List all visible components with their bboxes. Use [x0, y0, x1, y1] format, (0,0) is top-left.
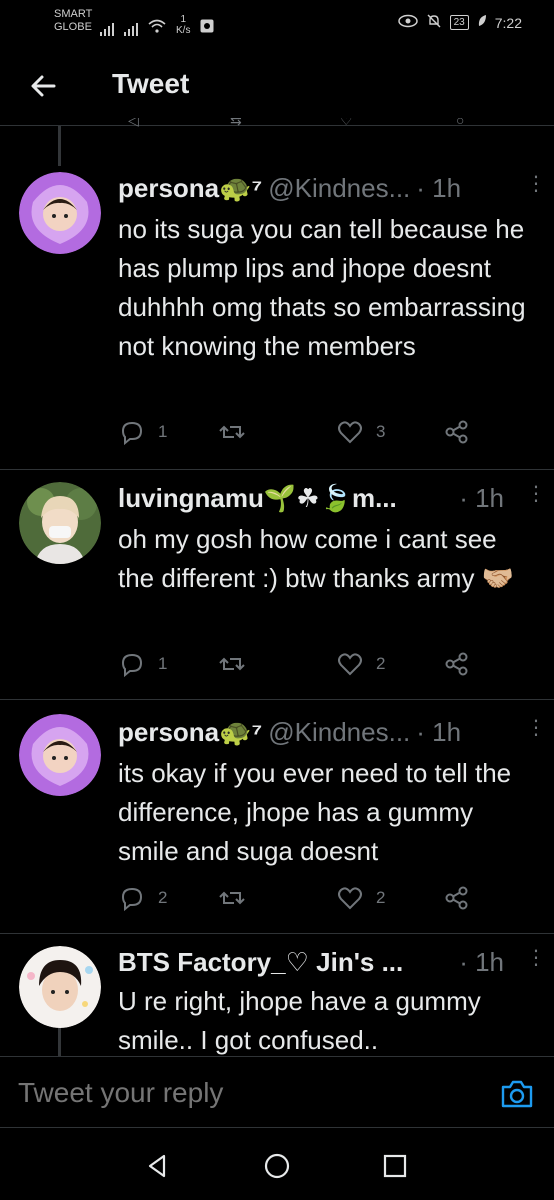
more-options-icon[interactable]: ⋮ [526, 718, 546, 738]
tweet-author-row: luvingnamu🌱☘🍃m... · 1h [118, 480, 534, 516]
clock: 7:22 [494, 14, 522, 31]
page-title: Tweet [112, 68, 190, 99]
reply-composer [0, 1056, 554, 1128]
display-name[interactable]: luvingnamu🌱☘🍃m... [118, 483, 397, 514]
tweet-item[interactable]: BTS Factory_♡ Jin's ... · 1h ⋮ U re righ… [0, 934, 554, 1056]
signal-indicators: 1 K/s [100, 14, 214, 36]
top-header: Tweet [0, 48, 554, 126]
status-bar: SMART GLOBE 1 K/s 23 7:22 [0, 0, 554, 48]
tweet-actions: 1 2 [118, 650, 534, 680]
nav-back-icon[interactable] [144, 1152, 172, 1180]
display-name[interactable]: persona🐢⁷ [118, 173, 262, 204]
mute-bell-icon [426, 13, 442, 32]
heart-icon [338, 887, 362, 910]
previous-tweet-actions: ◁ ⇆ ♡ ○ [0, 118, 554, 132]
retweet-icon [219, 425, 245, 439]
display-name[interactable]: persona🐢⁷ [118, 717, 262, 748]
reply-button[interactable]: 2 [118, 884, 167, 912]
tweet-actions: 1 3 [118, 418, 534, 448]
notification-app-icon [200, 19, 214, 36]
avatar[interactable] [19, 714, 101, 796]
system-nav-bar [0, 1128, 554, 1200]
camera-icon[interactable] [500, 1079, 534, 1109]
avatar[interactable] [19, 482, 101, 564]
display-name[interactable]: BTS Factory_♡ Jin's ... [118, 947, 403, 978]
reply-icon[interactable]: ◁ [128, 118, 139, 129]
heart-icon[interactable]: ♡ [340, 118, 353, 129]
tweet-text: U re right, jhope have a gummy smile.. I… [118, 986, 481, 1055]
signal-bars-icon [124, 22, 138, 36]
tweet-text: its okay if you ever need to tell the di… [118, 758, 512, 866]
reply-icon [121, 653, 143, 678]
carrier-label: SMART GLOBE [54, 8, 93, 33]
retweet-button[interactable] [218, 650, 246, 678]
tweet-author-row: persona🐢⁷ @Kindnes... · 1h [118, 170, 534, 206]
retweet-icon[interactable]: ⇆ [230, 118, 242, 129]
retweet-button[interactable] [218, 884, 246, 912]
reply-icon [121, 887, 143, 912]
more-options-icon[interactable]: ⋮ [526, 484, 546, 504]
reply-icon [121, 421, 143, 446]
like-button[interactable]: 3 [336, 418, 385, 446]
tweet-time: · 1h [416, 716, 462, 747]
share-icon [445, 420, 468, 444]
user-handle[interactable]: @Kindnes... [268, 173, 410, 204]
tweet-time: · 1h [459, 482, 504, 513]
back-arrow-icon[interactable] [28, 70, 60, 102]
more-options-icon[interactable]: ⋮ [526, 948, 546, 968]
eye-icon [397, 14, 418, 31]
battery-indicator: 23 [449, 15, 469, 30]
tweet-item[interactable]: persona🐢⁷ @Kindnes... · 1h ⋮ its okay if… [0, 700, 554, 934]
retweet-icon [219, 657, 245, 671]
share-button[interactable] [443, 418, 471, 446]
avatar[interactable] [19, 946, 101, 1028]
retweet-button[interactable] [218, 418, 246, 446]
network-speed: 1 K/s [176, 14, 191, 36]
tweet-author-row: BTS Factory_♡ Jin's ... · 1h [118, 944, 534, 980]
tweet-author-row: persona🐢⁷ @Kindnes... · 1h [118, 714, 534, 750]
heart-icon [338, 421, 362, 444]
heart-icon [338, 653, 362, 676]
tweet-actions: 2 2 [118, 884, 534, 914]
tweet-text: oh my gosh how come i cant see the diffe… [118, 524, 515, 593]
leaf-icon [477, 14, 487, 31]
signal-bars-icon [100, 22, 114, 36]
tweet-item[interactable]: luvingnamu🌱☘🍃m... · 1h ⋮ oh my gosh how … [0, 470, 554, 700]
share-button[interactable] [443, 884, 471, 912]
nav-recents-icon[interactable] [381, 1152, 409, 1180]
share-icon[interactable]: ○ [456, 118, 464, 128]
wifi-icon [148, 19, 166, 36]
nav-home-icon[interactable] [263, 1152, 291, 1180]
reply-input[interactable] [18, 1077, 458, 1109]
tweet-text: no its suga you can tell because he has … [118, 214, 526, 361]
share-icon [445, 886, 468, 910]
status-right: 23 7:22 [397, 13, 522, 32]
like-button[interactable]: 2 [336, 650, 385, 678]
retweet-icon [219, 891, 245, 905]
avatar[interactable] [19, 172, 101, 254]
user-handle[interactable]: @Kindnes... [268, 717, 410, 748]
reply-button[interactable]: 1 [118, 418, 167, 446]
tweet-item[interactable]: persona🐢⁷ @Kindnes... · 1h ⋮ no its suga… [0, 160, 554, 470]
like-button[interactable]: 2 [336, 884, 385, 912]
share-icon [445, 652, 468, 676]
tweet-time: · 1h [416, 172, 462, 203]
more-options-icon[interactable]: ⋮ [526, 174, 546, 194]
reply-button[interactable]: 1 [118, 650, 167, 678]
tweet-time: · 1h [459, 946, 504, 977]
share-button[interactable] [443, 650, 471, 678]
